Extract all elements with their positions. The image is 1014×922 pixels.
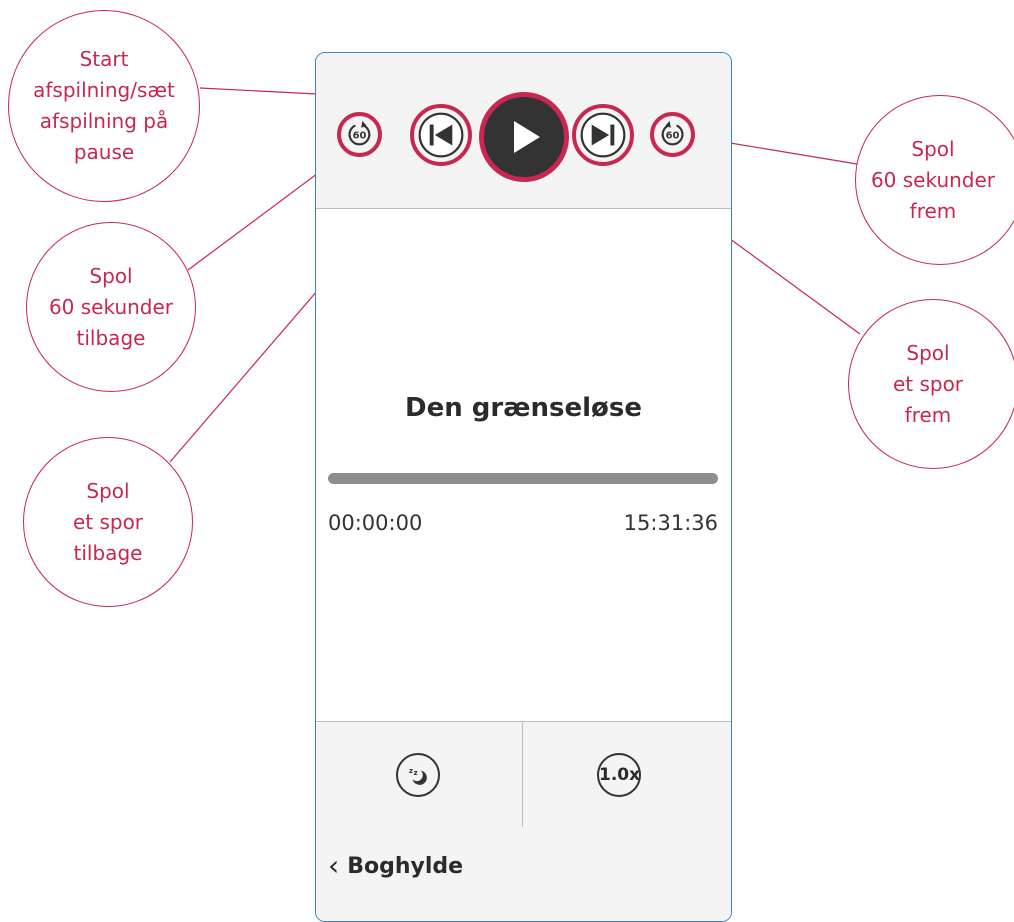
callout-line: afspilning/sæt [33, 78, 175, 102]
controls-divider [522, 722, 523, 827]
callout-line: Spol [906, 340, 950, 365]
callout-line: Spol [911, 136, 955, 161]
callout-line: tilbage [73, 540, 143, 565]
rewind-seconds: 60 [353, 131, 367, 142]
play-icon [514, 121, 540, 153]
callout-line: Spol [89, 263, 133, 288]
rewind-60-button[interactable]: 60 [337, 112, 382, 157]
forward-60-icon: 60 [661, 120, 684, 146]
total-duration: 15:31:36 [623, 511, 718, 535]
player-screen: 60 60 Den grænseløse 00:00:00 15:31:36 z… [315, 52, 732, 922]
secondary-controls-bar: z z 1.0x [316, 721, 731, 828]
connector-forward [711, 139, 858, 165]
forward-seconds: 60 [666, 131, 680, 142]
callout-line: tilbage [76, 325, 146, 350]
callout-line: 60 sekunder [870, 167, 996, 192]
callout-line: 60 sekunder [48, 294, 174, 319]
callout-line: et spor [892, 371, 964, 396]
sleep-timer-icon: z z [409, 766, 427, 785]
sleep-timer-button[interactable]: z z [396, 753, 440, 797]
callout-line: et spor [72, 509, 144, 534]
callout-line: Spol [86, 478, 130, 503]
callout-rewind-60: Spol 60 sekunder tilbage [26, 222, 196, 392]
callout-line: frem [909, 198, 957, 223]
progress-bar[interactable] [328, 473, 718, 484]
callout-previous-track: Spol et spor tilbage [23, 437, 193, 607]
svg-text:z: z [413, 768, 417, 777]
back-to-bookshelf-link[interactable]: ‹ Boghylde [328, 850, 463, 882]
callout-line: afspilning på [39, 109, 169, 133]
forward-60-button[interactable]: 60 [650, 112, 695, 157]
play-pause-button[interactable] [479, 92, 569, 182]
skip-next-icon [580, 112, 626, 158]
callout-forward-60: Spol 60 sekunder frem [855, 95, 1014, 265]
playback-controls-bar: 60 60 [316, 53, 731, 209]
playback-speed-button[interactable]: 1.0x [597, 753, 641, 797]
chevron-left-icon: ‹ [328, 849, 340, 882]
rewind-60-icon: 60 [348, 120, 371, 146]
next-track-button[interactable] [572, 104, 634, 166]
callout-line: Start [79, 47, 129, 71]
callout-next-track: Spol et spor frem [848, 299, 1014, 469]
callout-play-pause: Start afspilning/sæt afspilning på pause [8, 10, 200, 202]
back-label: Boghylde [347, 853, 464, 879]
callout-line: pause [73, 140, 135, 164]
bottom-navigation: ‹ Boghylde [316, 827, 731, 921]
svg-text:z: z [409, 766, 413, 775]
callout-line: frem [904, 402, 952, 427]
skip-previous-icon [418, 112, 464, 158]
book-title: Den grænseløse [405, 393, 642, 423]
previous-track-button[interactable] [410, 104, 472, 166]
elapsed-time: 00:00:00 [328, 511, 423, 535]
